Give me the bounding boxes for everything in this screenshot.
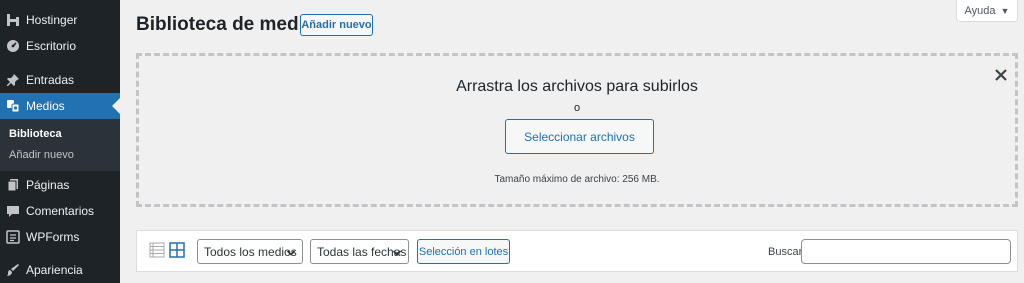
or-separator: o	[573, 102, 581, 114]
media-type-filter-value: Todos los medios	[204, 244, 297, 259]
media-type-filter[interactable]: Todos los medios	[197, 239, 303, 264]
sidebar-item-apariencia[interactable]: Apariencia	[0, 257, 120, 283]
drop-instructions: Arrastra los archivos para subirlos	[456, 78, 698, 95]
max-upload-size: Tamaño máximo de archivo: 256 MB.	[494, 174, 660, 185]
pages-icon	[6, 178, 20, 192]
media-toolbar: Todos los medios Todas las fechas Selecc…	[136, 230, 1018, 272]
bulk-select-button[interactable]: Selección en lotes	[417, 239, 510, 264]
comments-icon	[6, 204, 20, 218]
wpforms-icon	[6, 230, 20, 244]
caret-down-icon: ▼	[1000, 5, 1010, 16]
grid-view-icon[interactable]	[169, 242, 185, 258]
sidebar-item-label: Apariencia	[26, 263, 83, 277]
list-view-icon[interactable]	[149, 242, 165, 258]
select-files-button[interactable]: Seleccionar archivos	[505, 119, 654, 154]
sidebar-item-label: Entradas	[26, 73, 75, 87]
appearance-icon	[6, 263, 20, 277]
sidebar-item-label: Hostinger	[26, 13, 78, 27]
sidebar-item-comentarios[interactable]: Comentarios	[0, 198, 120, 224]
media-icon	[6, 99, 20, 113]
sidebar-item-label: Páginas	[26, 178, 70, 192]
admin-sidebar: Hostinger Escritorio Entradas Medios Bib…	[0, 0, 120, 283]
sidebar-item-label: WPForms	[26, 230, 80, 244]
submenu-item-biblioteca[interactable]: Biblioteca	[9, 128, 62, 140]
sidebar-item-entradas[interactable]: Entradas	[0, 67, 120, 93]
chevron-down-icon	[392, 247, 402, 257]
sidebar-item-wpforms[interactable]: WPForms	[0, 224, 120, 250]
media-submenu: Biblioteca Añadir nuevo	[0, 119, 120, 171]
sidebar-item-hostinger[interactable]: Hostinger	[0, 7, 120, 33]
help-label: Ayuda	[964, 4, 996, 17]
sidebar-item-medios[interactable]: Medios	[0, 93, 120, 119]
sidebar-item-label: Comentarios	[26, 204, 95, 218]
sidebar-item-escritorio[interactable]: Escritorio	[0, 33, 120, 59]
sidebar-item-paginas[interactable]: Páginas	[0, 172, 120, 198]
sidebar-item-label: Medios	[26, 99, 65, 113]
sidebar-item-label: Escritorio	[26, 39, 77, 53]
pin-icon	[6, 73, 20, 87]
hostinger-icon	[6, 13, 20, 27]
submenu-item-anadir-nuevo[interactable]: Añadir nuevo	[9, 149, 74, 161]
help-tab-button[interactable]: Ayuda ▼	[956, 0, 1018, 22]
dashboard-icon	[6, 39, 20, 53]
search-label: Buscar	[768, 246, 803, 258]
add-new-button[interactable]: Añadir nuevo	[300, 14, 373, 36]
search-input[interactable]	[801, 239, 1011, 264]
date-filter[interactable]: Todas las fechas	[310, 239, 409, 264]
chevron-down-icon	[286, 247, 296, 257]
page-title: Biblioteca de medios	[136, 14, 327, 35]
upload-dropzone[interactable]: Arrastra los archivos para subirlos o Se…	[136, 53, 1018, 207]
